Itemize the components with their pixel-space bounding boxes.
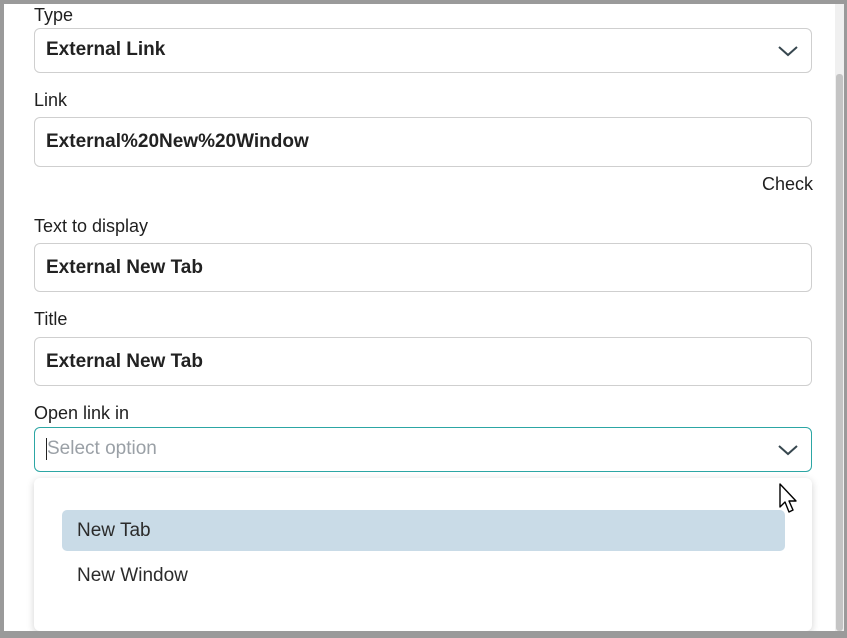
chevron-down-icon: [777, 44, 799, 58]
scrollbar-thumb[interactable]: [836, 74, 843, 631]
link-dialog: Type External Link Link External%20New%2…: [4, 4, 844, 631]
text-to-display-input[interactable]: External New Tab: [34, 243, 812, 292]
type-select[interactable]: External Link: [34, 28, 812, 73]
title-label: Title: [34, 309, 68, 329]
title-input[interactable]: External New Tab: [34, 337, 812, 386]
open-link-in-dropdown: New Tab New Window: [34, 478, 812, 631]
option-new-window[interactable]: New Window: [62, 555, 785, 596]
chevron-down-icon: [777, 443, 799, 457]
open-link-in-placeholder: Select option: [47, 438, 157, 459]
type-select-value: External Link: [46, 39, 166, 60]
scrollbar-track[interactable]: [835, 4, 844, 631]
type-label: Type: [34, 5, 74, 25]
open-link-in-select[interactable]: Select option: [34, 427, 812, 472]
link-input-value: External%20New%20Window: [46, 131, 309, 152]
link-label: Link: [34, 90, 68, 110]
check-link-button[interactable]: Check: [762, 174, 813, 195]
text-caret: [46, 438, 47, 460]
pointer-cursor-icon: [779, 483, 801, 517]
link-input[interactable]: External%20New%20Window: [34, 117, 812, 167]
open-link-in-label: Open link in: [34, 403, 130, 423]
text-to-display-label: Text to display: [34, 216, 149, 236]
title-input-value: External New Tab: [46, 351, 203, 372]
text-to-display-value: External New Tab: [46, 257, 203, 278]
option-new-tab[interactable]: New Tab: [62, 510, 785, 551]
